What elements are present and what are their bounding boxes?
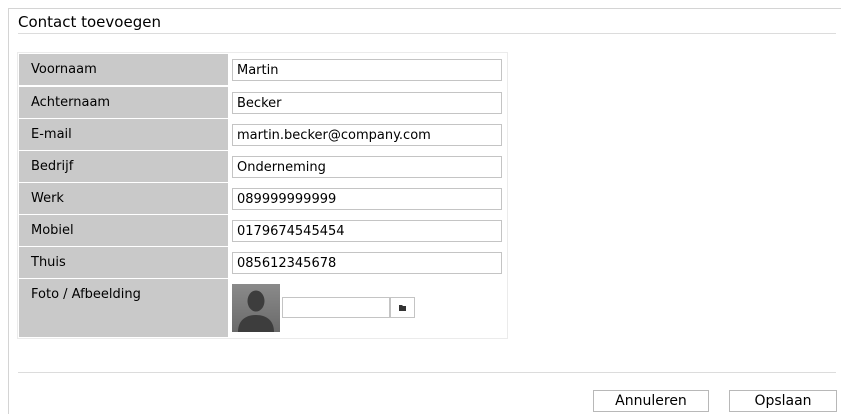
label-achternaam: Achternaam [19,87,228,118]
label-werk: Werk [19,183,228,214]
label-thuis: Thuis [19,247,228,278]
bedrijf-input[interactable] [232,156,502,178]
save-button[interactable]: Opslaan [729,390,837,412]
achternaam-input[interactable] [232,92,502,114]
browse-photo-button[interactable] [390,297,415,318]
avatar-silhouette-graphic [232,284,280,332]
werk-input[interactable] [232,188,502,210]
dialog-title: Contact toevoegen [18,13,161,31]
form-row-bedrijf: Bedrijf [19,151,508,182]
person-silhouette-icon [232,284,280,332]
form-row-foto: Foto / Afbeelding [19,279,508,337]
title-divider [18,33,836,34]
cancel-button[interactable]: Annuleren [593,390,709,412]
form-row-mobiel: Mobiel [19,215,508,246]
label-mobiel: Mobiel [19,215,228,246]
label-foto: Foto / Afbeelding [19,279,228,337]
form-row-email: E-mail [19,119,508,150]
form-row-thuis: Thuis [19,247,508,278]
mobiel-input[interactable] [232,220,502,242]
email-input[interactable] [232,124,502,146]
thuis-input[interactable] [232,252,502,274]
folder-icon [399,305,406,311]
label-bedrijf: Bedrijf [19,151,228,182]
contact-form: Voornaam Achternaam E-mail Bedrijf Werk … [17,52,508,339]
label-email: E-mail [19,119,228,150]
voornaam-input[interactable] [232,59,502,81]
footer-divider [18,372,836,373]
label-voornaam: Voornaam [19,54,228,85]
form-row-werk: Werk [19,183,508,214]
form-row-achternaam: Achternaam [19,87,508,118]
photo-file-input[interactable] [282,297,390,318]
form-row-voornaam: Voornaam [19,54,508,85]
